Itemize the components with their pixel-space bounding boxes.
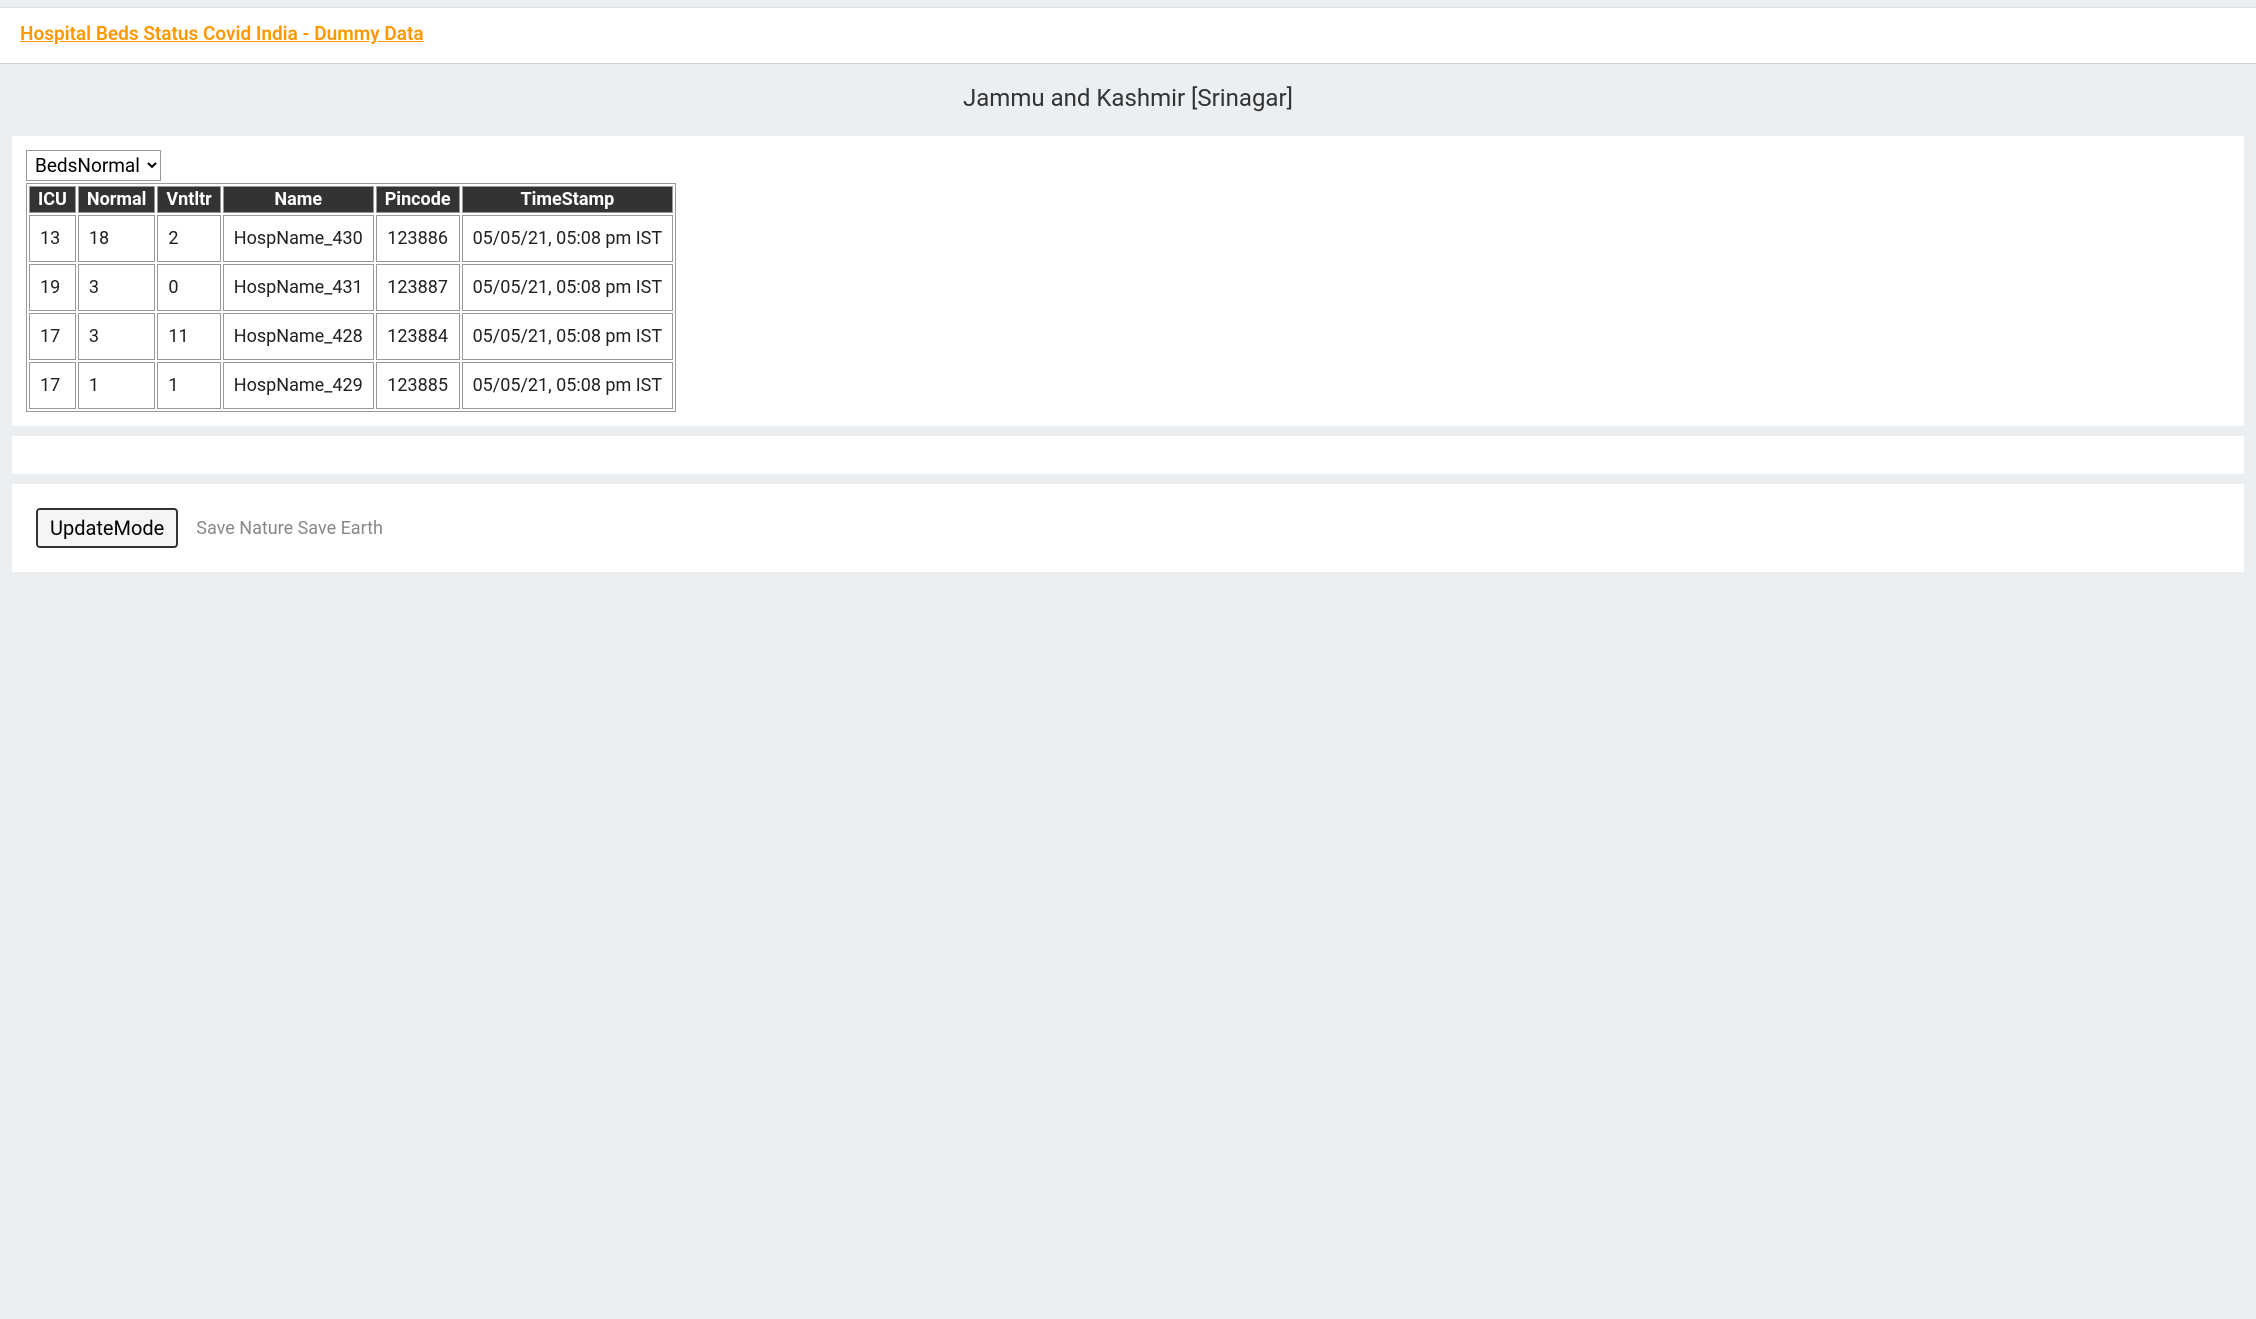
cell-vntltr: 2 [157, 215, 220, 262]
cell-normal: 18 [78, 215, 155, 262]
col-header-pincode: Pincode [376, 186, 460, 213]
cell-timestamp: 05/05/21, 05:08 pm IST [462, 313, 674, 360]
cell-normal: 1 [78, 362, 155, 409]
col-header-name: Name [223, 186, 374, 213]
cell-name: HospName_431 [223, 264, 374, 311]
cell-pincode: 123884 [376, 313, 460, 360]
table-row: 13182HospName_43012388605/05/21, 05:08 p… [29, 215, 673, 262]
cell-normal: 3 [78, 313, 155, 360]
cell-icu: 17 [29, 313, 76, 360]
cell-name: HospName_430 [223, 215, 374, 262]
data-panel: BedsNormal ICU Normal Vntltr Name Pincod… [12, 136, 2244, 426]
region-title: Jammu and Kashmir [Srinagar] [0, 76, 2256, 126]
footer-tagline: Save Nature Save Earth [196, 518, 383, 539]
update-mode-button[interactable]: UpdateMode [36, 508, 178, 548]
cell-timestamp: 05/05/21, 05:08 pm IST [462, 264, 674, 311]
beds-table: ICU Normal Vntltr Name Pincode TimeStamp… [26, 183, 676, 412]
col-header-normal: Normal [78, 186, 155, 213]
col-header-timestamp: TimeStamp [462, 186, 674, 213]
cell-name: HospName_428 [223, 313, 374, 360]
table-row: 1711HospName_42912388505/05/21, 05:08 pm… [29, 362, 673, 409]
app-header: Hospital Beds Status Covid India - Dummy… [0, 8, 2256, 64]
cell-name: HospName_429 [223, 362, 374, 409]
cell-vntltr: 11 [157, 313, 220, 360]
cell-pincode: 123887 [376, 264, 460, 311]
top-bar [0, 0, 2256, 8]
cell-pincode: 123886 [376, 215, 460, 262]
cell-vntltr: 0 [157, 264, 220, 311]
cell-timestamp: 05/05/21, 05:08 pm IST [462, 362, 674, 409]
cell-icu: 17 [29, 362, 76, 409]
col-header-icu: ICU [29, 186, 76, 213]
table-row: 1930HospName_43112388705/05/21, 05:08 pm… [29, 264, 673, 311]
footer-panel: UpdateMode Save Nature Save Earth [12, 484, 2244, 572]
cell-pincode: 123885 [376, 362, 460, 409]
cell-icu: 19 [29, 264, 76, 311]
cell-vntltr: 1 [157, 362, 220, 409]
table-row: 17311HospName_42812388405/05/21, 05:08 p… [29, 313, 673, 360]
bed-type-select[interactable]: BedsNormal [26, 150, 161, 181]
table-header-row: ICU Normal Vntltr Name Pincode TimeStamp [29, 186, 673, 213]
cell-normal: 3 [78, 264, 155, 311]
cell-icu: 13 [29, 215, 76, 262]
empty-panel [12, 436, 2244, 474]
app-title-link[interactable]: Hospital Beds Status Covid India - Dummy… [20, 22, 424, 45]
col-header-vntltr: Vntltr [157, 186, 220, 213]
cell-timestamp: 05/05/21, 05:08 pm IST [462, 215, 674, 262]
